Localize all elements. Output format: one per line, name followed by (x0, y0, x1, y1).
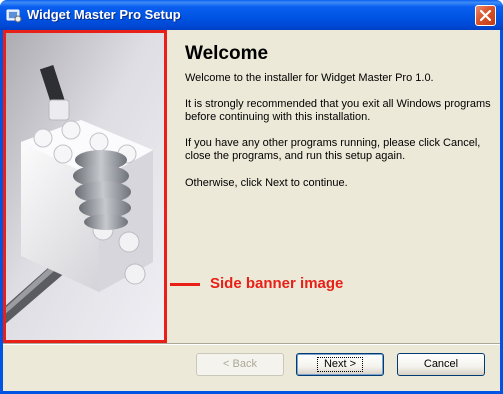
welcome-paragraph-4: Otherwise, click Next to continue. (185, 177, 348, 189)
welcome-paragraph-2: It is strongly recommended that you exit… (185, 98, 491, 123)
title-bar[interactable]: Widget Master Pro Setup (0, 0, 503, 30)
cancel-button[interactable]: Cancel (397, 353, 485, 376)
welcome-paragraph-3: If you have any other programs running, … (185, 137, 481, 162)
side-banner-image (3, 30, 167, 343)
page-title: Welcome (185, 43, 269, 64)
next-button-label: Next > (316, 357, 364, 372)
close-icon (479, 9, 492, 22)
close-button[interactable] (475, 5, 496, 26)
next-button[interactable]: Next > (296, 353, 384, 376)
setup-window: Widget Master Pro Setup Welcome Welcome … (0, 0, 503, 394)
button-separator (3, 343, 500, 345)
back-button[interactable]: < Back (196, 353, 284, 376)
banner-callout-label: Side banner image (210, 275, 344, 292)
callout-arrow-line (170, 283, 200, 286)
window-title: Widget Master Pro Setup (27, 7, 181, 22)
setup-app-icon (6, 9, 22, 23)
welcome-paragraph-1: Welcome to the installer for Widget Mast… (185, 72, 434, 84)
dialog-body: Welcome Welcome to the installer for Wid… (3, 30, 500, 391)
side-banner-graphic (3, 30, 167, 343)
